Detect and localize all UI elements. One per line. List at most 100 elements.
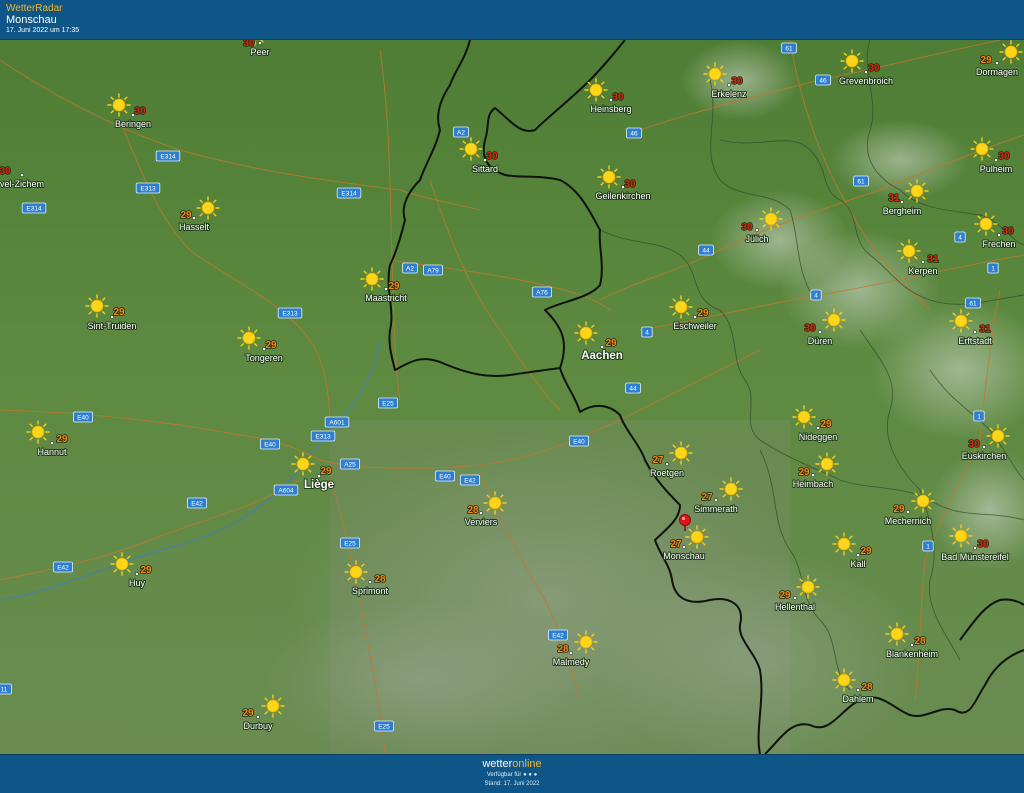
city-dot xyxy=(973,546,977,550)
city-temperature: 30 xyxy=(804,323,816,334)
city-label: Eschweiler xyxy=(673,321,717,331)
sun-icon xyxy=(974,212,998,236)
city-temperature: 30 xyxy=(134,106,146,117)
road-shield-label: 61 xyxy=(857,179,865,186)
road-shield: E40 xyxy=(72,411,94,423)
city-dot xyxy=(131,113,135,117)
city-temperature: 29 xyxy=(140,565,152,576)
road-shield: 61 xyxy=(965,297,981,309)
road-shield: A76 xyxy=(531,286,553,298)
sun-icon xyxy=(970,137,994,161)
city-label: Euskirchen xyxy=(962,451,1007,461)
city-dot xyxy=(856,553,860,557)
sun-icon xyxy=(759,207,783,231)
sun-icon xyxy=(949,524,973,548)
road-shield: E313 xyxy=(310,430,336,442)
city-label: Dahlem xyxy=(842,694,873,704)
city-dot xyxy=(317,474,321,478)
road-shield: 44 xyxy=(698,244,714,256)
road-shield-label: 4 xyxy=(958,235,962,242)
sun-icon xyxy=(911,489,935,513)
city-label: Sprimont xyxy=(352,586,389,596)
sun-icon xyxy=(832,668,856,692)
city-temperature: 29 xyxy=(242,708,254,719)
road-shield-label: A601 xyxy=(329,420,345,427)
road-shield: 61 xyxy=(781,42,797,54)
road-shield-label: E40 xyxy=(77,415,89,422)
road-shield-label: E25 xyxy=(344,541,356,548)
road-shield: 4 xyxy=(810,289,822,301)
road-shield-label: 4 xyxy=(814,293,818,300)
city-temperature: 29 xyxy=(697,308,709,319)
road-shield-label: A604 xyxy=(278,488,294,495)
sun-icon xyxy=(832,532,856,556)
road-shield-label: 4 xyxy=(645,330,649,337)
road-shield: E42 xyxy=(52,561,74,573)
city-label: Geilenkirchen xyxy=(595,191,650,201)
brand-text-b: online xyxy=(512,758,542,770)
city-dot xyxy=(755,228,759,232)
city-dot xyxy=(693,315,697,319)
city-dot xyxy=(816,426,820,430)
city-temperature: 31 xyxy=(979,324,991,335)
city-label: Nideggen xyxy=(799,432,838,442)
road-shield-label: E314 xyxy=(341,191,357,198)
city-temperature: 31 xyxy=(927,254,939,265)
city-temperature: 29 xyxy=(893,504,905,515)
header-bar: WetterRadar Monschau 17. Juni 2022 um 17… xyxy=(0,0,1024,40)
road-shield: 4 xyxy=(641,326,653,338)
city-label: Sint-Truiden xyxy=(88,321,137,331)
city-temperature: 29 xyxy=(113,307,125,318)
map-canvas: E314 E313 E314 E314 A2 A2 A79 A76 E313 E40 E25 A601… xyxy=(0,40,1024,754)
road-shield: E313 xyxy=(135,182,161,194)
road-shield-label: E42 xyxy=(191,501,203,508)
sun-icon xyxy=(840,49,864,73)
sun-icon xyxy=(584,78,608,102)
city-temperature: 29 xyxy=(820,419,832,430)
road-shield: 46 xyxy=(815,74,831,86)
brand-text-a: wetter xyxy=(482,758,513,770)
road-shield-label: A79 xyxy=(427,268,439,275)
city-dot xyxy=(483,158,487,162)
road-shield: E42 xyxy=(186,497,208,509)
city-temperature: 29 xyxy=(779,590,791,601)
weather-map[interactable]: E314 E313 E314 E314 A2 A2 A79 A76 E313 E40 E25 A601… xyxy=(0,40,1024,754)
sun-icon xyxy=(999,40,1023,64)
road-shield-label: E313 xyxy=(315,434,331,441)
city-label: Simmerath xyxy=(694,504,738,514)
road-shield-label: 46 xyxy=(630,131,638,138)
road-shield: 11 xyxy=(0,683,12,695)
city-dot xyxy=(192,216,196,220)
city-temperature: 28 xyxy=(467,505,479,516)
city-dot xyxy=(714,498,718,502)
city-temperature: 30 xyxy=(624,179,636,190)
city-temperature: 27 xyxy=(652,455,664,466)
city-label: Hasselt xyxy=(179,222,210,232)
city-dot xyxy=(256,715,260,719)
sun-icon xyxy=(792,405,816,429)
city-temperature: 29 xyxy=(320,466,332,477)
sun-icon xyxy=(597,165,621,189)
road-shield: 46 xyxy=(626,127,642,139)
footer-bar: wetteronline Verfügbar für ● ● ● Stand: … xyxy=(0,754,1024,793)
city-temperature: 28 xyxy=(557,644,569,655)
city-temperature: 27 xyxy=(701,492,713,503)
road-shield: 1 xyxy=(922,540,934,552)
sun-icon xyxy=(669,295,693,319)
brand-logo[interactable]: wetteronline xyxy=(0,758,1024,770)
city-label: vel-Zichem xyxy=(0,179,44,189)
sun-icon xyxy=(796,575,820,599)
road-shield: E42 xyxy=(547,629,569,641)
city-temperature: 28 xyxy=(374,574,386,585)
road-shield-label: E42 xyxy=(464,478,476,485)
city-dot xyxy=(982,445,986,449)
road-shield-label: E313 xyxy=(282,311,298,318)
city-label: Grevenbroich xyxy=(839,76,893,86)
road-shield-label: E25 xyxy=(382,401,394,408)
road-shield: E25 xyxy=(339,537,361,549)
road-shield: E25 xyxy=(377,397,399,409)
sun-icon xyxy=(822,308,846,332)
city-dot xyxy=(818,330,822,334)
road-shield: A601 xyxy=(324,416,350,428)
road-shield-label: 11 xyxy=(1,687,8,694)
